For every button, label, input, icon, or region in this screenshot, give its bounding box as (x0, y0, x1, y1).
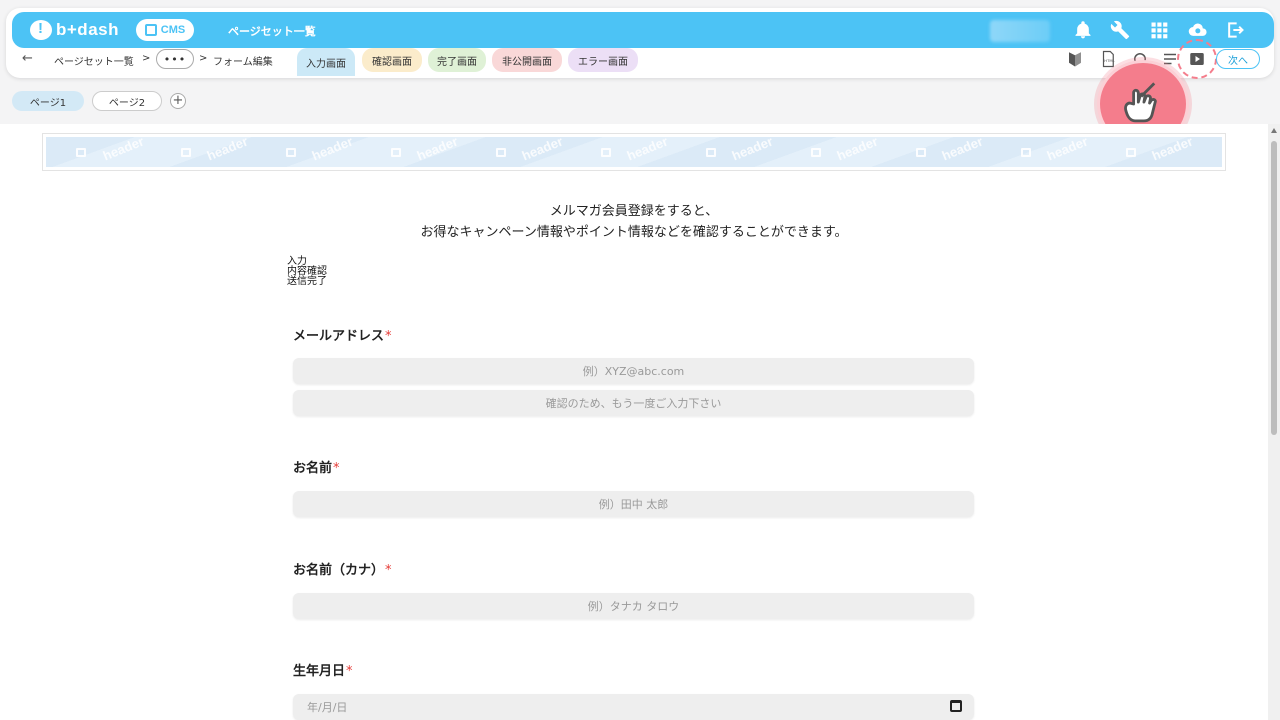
logo-text: b+dash (56, 20, 119, 39)
header-watermark: header (1044, 137, 1090, 164)
header-watermark: header (309, 137, 355, 164)
edit-icon (144, 24, 157, 36)
editor-canvas: header header header header header heade… (0, 124, 1268, 720)
image-icon (391, 148, 401, 157)
image-icon (811, 148, 821, 157)
intro-text-line1: メルマガ会員登録をすると、 (549, 204, 719, 219)
image-icon (181, 148, 191, 157)
header-watermark: header (834, 137, 880, 164)
bell-icon[interactable] (1072, 19, 1094, 41)
bdash-logo[interactable]: b+dash (30, 19, 119, 41)
email-label: メールアドレス* (293, 325, 392, 344)
image-icon (601, 148, 611, 157)
breadcrumb-separator: > (199, 53, 208, 64)
back-arrow-icon[interactable]: ← (22, 51, 33, 66)
required-mark: * (346, 664, 353, 679)
wrench-icon[interactable] (1109, 19, 1131, 41)
breadcrumb-form-edit: フォーム編集 (213, 57, 273, 68)
page-tab-2[interactable]: ページ2 (92, 91, 162, 111)
email-confirm-field[interactable]: 確認のため、もう一度ご入力下さい (293, 390, 974, 416)
email-label-text: メールアドレス (293, 329, 385, 344)
kana-field[interactable]: 例）タナカ タロウ (293, 593, 974, 619)
birthdate-field[interactable]: 年/月/日 (293, 694, 974, 720)
step-complete: 送信完了 (287, 276, 327, 287)
apps-grid-icon[interactable] (1148, 19, 1170, 41)
image-icon (916, 148, 926, 157)
image-icon (286, 148, 296, 157)
cms-button[interactable]: CMS (136, 19, 194, 41)
name-label-text: お名前 (293, 461, 333, 476)
header-placeholder[interactable]: header header header header header heade… (42, 133, 1226, 171)
header-pattern: header header header header header heade… (46, 137, 1222, 167)
page-title: ページセット一覧 (228, 25, 316, 38)
scroll-up-arrow-icon[interactable] (1271, 128, 1277, 133)
step-indicator: 入力 内容確認 送信完了 (287, 257, 327, 287)
image-icon (76, 148, 86, 157)
header-watermark: header (1149, 137, 1195, 164)
image-icon (1021, 148, 1031, 157)
tab-error-screen[interactable]: エラー画面 (568, 48, 638, 72)
vertical-scrollbar[interactable] (1268, 124, 1280, 720)
page-tab-1[interactable]: ページ1 (12, 91, 84, 111)
header-watermark: header (204, 137, 250, 164)
svg-text:HTML: HTML (1104, 59, 1115, 63)
email-field[interactable]: 例）XYZ@abc.com (293, 358, 974, 384)
add-page-button[interactable]: + (170, 93, 186, 109)
image-icon (706, 148, 716, 157)
kana-label-text: お名前（カナ） (293, 563, 385, 578)
top-nav-bar: b+dash CMS ページセット一覧 (12, 12, 1274, 48)
intro-text-line2: お得なキャンペーン情報やポイント情報などを確認することができます。 (420, 225, 848, 240)
name-field[interactable]: 例）田中 太郎 (293, 491, 974, 517)
calendar-icon[interactable] (950, 700, 962, 712)
image-icon (1126, 148, 1136, 157)
birthdate-label: 生年月日* (293, 660, 353, 679)
tab-complete-screen[interactable]: 完了画面 (428, 48, 486, 72)
header-watermark: header (100, 137, 146, 164)
cms-label: CMS (160, 24, 186, 36)
tab-input-screen[interactable]: 入力画面 (297, 48, 355, 76)
image-icon (496, 148, 506, 157)
tab-private-screen[interactable]: 非公開画面 (492, 48, 562, 72)
next-button[interactable]: 次へ (1216, 49, 1260, 69)
header-watermark: header (729, 137, 775, 164)
account-info (990, 20, 1050, 42)
birthdate-placeholder: 年/月/日 (307, 701, 348, 714)
required-mark: * (333, 461, 340, 476)
name-label: お名前* (293, 457, 340, 476)
header-watermark: header (624, 137, 670, 164)
required-mark: * (385, 329, 392, 344)
highlight-circle (1177, 39, 1217, 79)
logo-bubble-icon (30, 20, 52, 40)
birthdate-label-text: 生年月日 (293, 664, 346, 679)
header-watermark: header (519, 137, 565, 164)
header-watermark: header (939, 137, 985, 164)
header-watermark: header (414, 137, 460, 164)
html-file-icon[interactable]: HTML (1098, 49, 1118, 69)
tab-confirm-screen[interactable]: 確認画面 (362, 48, 422, 72)
breadcrumb-more-button[interactable]: ••• (156, 49, 194, 69)
scroll-thumb[interactable] (1271, 141, 1277, 435)
breadcrumb-pageset-list[interactable]: ページセット一覧 (54, 53, 134, 68)
breadcrumb-separator: > (142, 53, 151, 64)
required-mark: * (385, 563, 392, 578)
beginner-mark-icon[interactable] (1065, 49, 1085, 69)
kana-label: お名前（カナ）* (293, 559, 392, 578)
cloud-status-icon[interactable] (1186, 19, 1208, 41)
logout-icon[interactable] (1224, 19, 1246, 41)
